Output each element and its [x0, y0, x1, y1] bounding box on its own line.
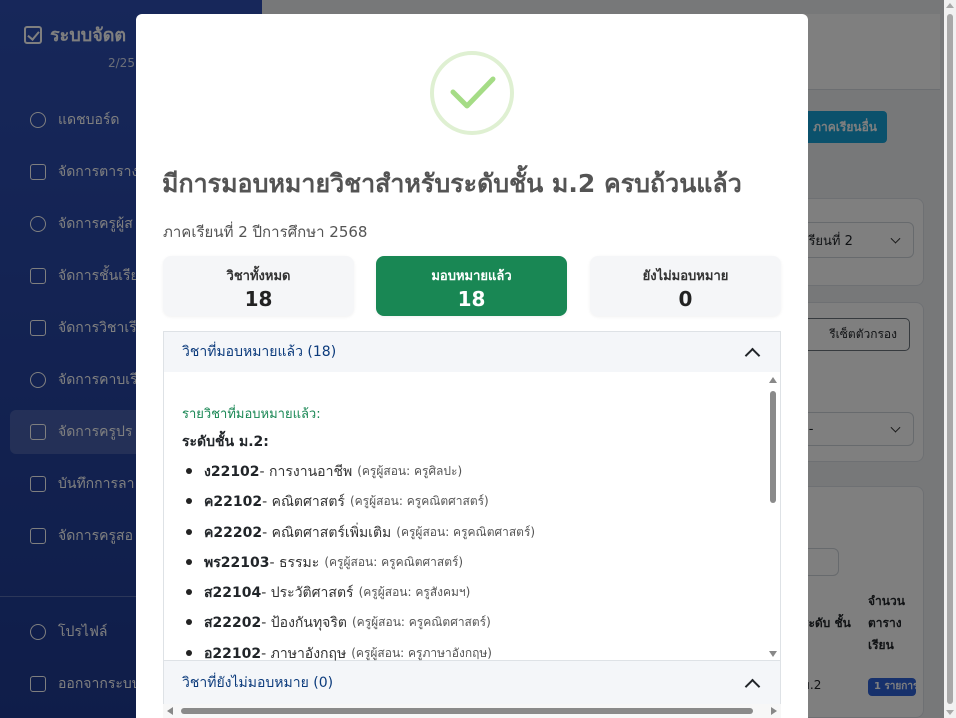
checkmark-icon [450, 76, 496, 109]
course-code: อ22102 [204, 645, 262, 661]
accordion-unassigned: วิชาที่ยังไม่มอบหมาย (0) [163, 661, 781, 704]
scroll-right-arrow-icon[interactable] [771, 707, 777, 715]
course-name: - ประวัติศาสตร์ [261, 585, 354, 602]
scroll-down-arrow-icon[interactable] [946, 710, 954, 715]
scroll-left-arrow-icon[interactable] [167, 707, 173, 715]
course-teacher: (ครูผู้สอน: ครูคณิตศาสตร์) [396, 524, 536, 539]
accordion-assigned-title: วิชาที่มอบหมายแล้ว (18) [182, 344, 337, 360]
list-scrollbar[interactable] [766, 375, 780, 659]
assigned-list-panel[interactable]: รายวิชาที่มอบหมายแล้ว: ระดับชั้น ม.2: ง2… [164, 373, 780, 661]
stat-label: วิชาทั้งหมด [226, 269, 291, 284]
course-name: - คณิตศาสตร์ [262, 494, 345, 511]
list-item: ง22102 - การงานอาชีพ (ครูผู้สอน: ครูศิลปะ… [184, 461, 535, 491]
horizontal-scrollbar-thumb[interactable] [181, 708, 753, 714]
chevron-up-icon[interactable] [744, 678, 761, 695]
course-name: - ป้องกันทุจริต [261, 615, 347, 632]
list-item: ส22104 - ประวัติศาสตร์ (ครูผู้สอน: ครูสัง… [184, 582, 535, 612]
course-teacher: (ครูผู้สอน: ครูคณิตศาสตร์) [349, 494, 489, 509]
accordion-assigned: วิชาที่มอบหมายแล้ว (18) รายวิชาที่มอบหมา… [163, 331, 781, 661]
course-teacher: (ครูผู้สอน: ครูศิลปะ) [357, 464, 463, 478]
stat-label: มอบหมายแล้ว [431, 269, 512, 284]
bullet-icon [186, 498, 192, 505]
scroll-down-arrow-icon[interactable] [769, 651, 777, 657]
modal-title: มีการมอบหมายวิชาสำหรับระดับชั้น ม.2 ครบถ… [162, 169, 742, 198]
stat-label: ยังไม่มอบหมาย [642, 269, 729, 284]
course-code: ส22202 [204, 615, 262, 632]
course-list: ง22102 - การงานอาชีพ (ครูผู้สอน: ครูศิลปะ… [184, 461, 535, 661]
course-code: ง22102 [204, 464, 260, 480]
course-name: - การงานอาชีพ [259, 464, 353, 480]
list-item: ค22202 - คณิตศาสตร์เพิ่มเติม (ครูผู้สอน: … [184, 522, 535, 552]
chevron-up-icon[interactable] [744, 347, 761, 364]
stat-value: 0 [678, 287, 693, 311]
stat-total-subjects: วิชาทั้งหมด 18 [163, 256, 354, 316]
course-teacher: (ครูผู้สอน: ครูคณิตศาสตร์) [324, 554, 464, 569]
list-item: พร22103 - ธรรมะ (ครูผู้สอน: ครูคณิตศาสตร์… [184, 552, 535, 582]
stat-value: 18 [457, 287, 486, 311]
modal-horizontal-scrollbar[interactable] [163, 704, 781, 718]
bullet-icon [186, 649, 192, 656]
course-name: - ธรรมะ [269, 554, 320, 571]
bullet-icon [186, 558, 192, 565]
page-scrollbar-thumb[interactable] [947, 14, 953, 704]
course-teacher: (ครูผู้สอน: ครูคณิตศาสตร์) [352, 615, 491, 630]
class-level-heading: ระดับชั้น ม.2: [182, 434, 269, 450]
stat-value: 18 [244, 287, 273, 311]
scroll-up-arrow-icon[interactable] [769, 377, 777, 383]
course-teacher: (ครูผู้สอน: ครูสังคมฯ) [358, 585, 471, 600]
stat-unassigned: ยังไม่มอบหมาย 0 [590, 256, 781, 316]
assigned-list-title: รายวิชาที่มอบหมายแล้ว: [182, 407, 321, 422]
bullet-icon [186, 468, 192, 474]
course-code: ค22202 [204, 524, 263, 541]
course-teacher: (ครูผู้สอน: ครูภาษาอังกฤษ) [351, 645, 492, 660]
accordion-unassigned-header[interactable]: วิชาที่ยังไม่มอบหมาย (0) [164, 661, 780, 704]
list-item: ค22102 - คณิตศาสตร์ (ครูผู้สอน: ครูคณิตศา… [184, 491, 535, 521]
bullet-icon [186, 528, 192, 535]
page-scrollbar[interactable] [944, 0, 956, 718]
success-modal: มีการมอบหมายวิชาสำหรับระดับชั้น ม.2 ครบถ… [136, 14, 808, 718]
bullet-icon [186, 589, 192, 596]
list-item: อ22102 - ภาษาอังกฤษ (ครูผู้สอน: ครูภาษาอั… [184, 643, 535, 661]
list-item: ส22202 - ป้องกันทุจริต (ครูผู้สอน: ครูคณิ… [184, 612, 535, 642]
bullet-icon [186, 619, 192, 626]
course-name: - ภาษาอังกฤษ [261, 645, 347, 661]
scroll-up-arrow-icon[interactable] [946, 3, 954, 8]
course-code: ส22104 [204, 585, 262, 602]
course-name: - คณิตศาสตร์เพิ่มเติม [262, 524, 392, 541]
accordion-assigned-header[interactable]: วิชาที่มอบหมายแล้ว (18) [164, 332, 780, 372]
course-code: ค22102 [204, 494, 263, 511]
list-scrollbar-thumb[interactable] [770, 391, 776, 503]
stat-assigned: มอบหมายแล้ว 18 [376, 256, 567, 316]
modal-subtitle: ภาคเรียนที่ 2 ปีการศึกษา 2568 [163, 223, 368, 241]
success-icon [430, 51, 514, 135]
accordion-unassigned-title: วิชาที่ยังไม่มอบหมาย (0) [182, 674, 334, 691]
course-code: พร22103 [204, 554, 270, 571]
